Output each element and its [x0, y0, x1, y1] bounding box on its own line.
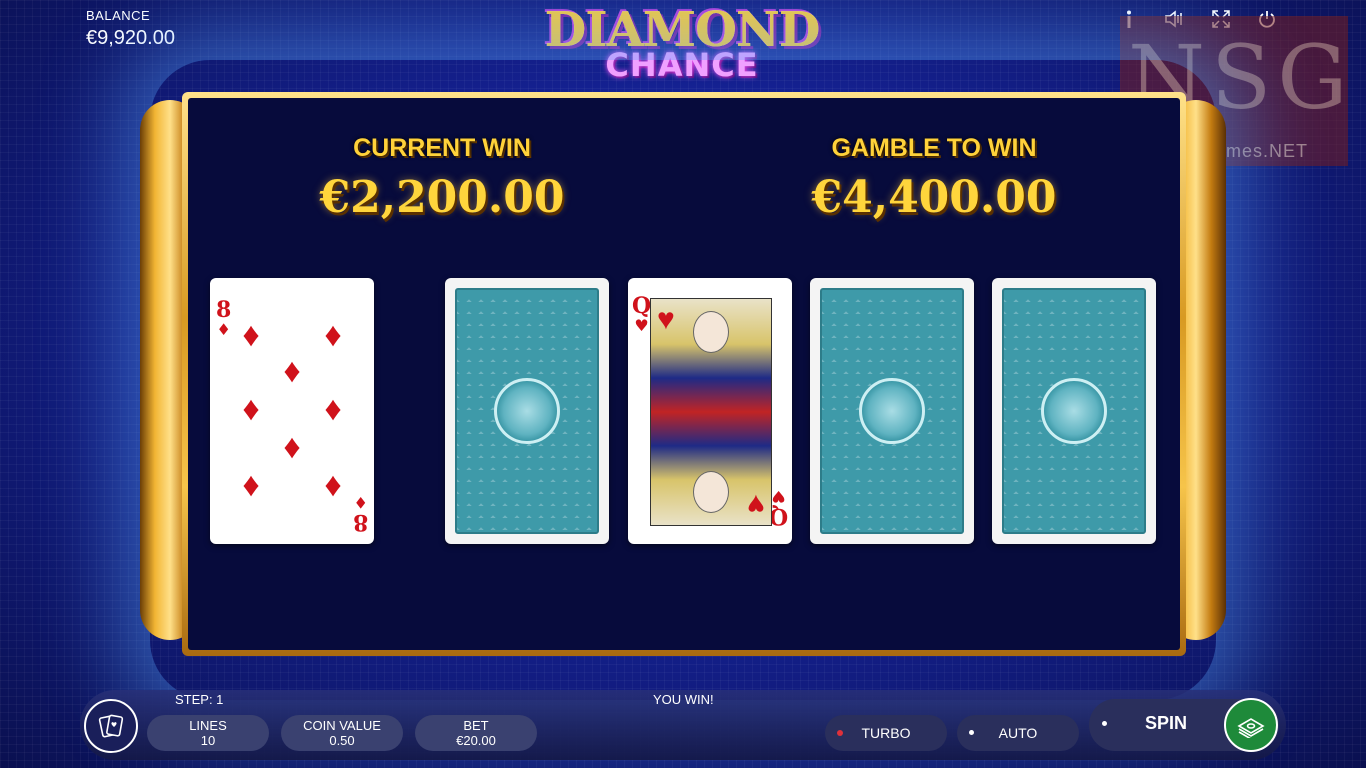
choice-card-2: Q ♥ Q ♥ ♥ ♥ [628, 278, 792, 544]
choice-card-1[interactable] [445, 278, 609, 544]
diamond-pip: ♦ [283, 428, 301, 466]
cards-icon [98, 714, 124, 738]
heart-pip: ♥ [747, 488, 765, 521]
turbo-button[interactable]: TURBO [825, 715, 947, 751]
queen-corner-top: Q ♥ [632, 293, 652, 336]
diamond-pip: ♦ [324, 390, 342, 428]
queen-rank: Q [632, 293, 652, 319]
card-back-emblem-icon [1041, 378, 1107, 444]
money-stack-icon [1237, 718, 1265, 738]
collect-button[interactable] [1224, 698, 1278, 752]
card-back-pattern [1002, 288, 1146, 534]
choice-card-3[interactable] [810, 278, 974, 544]
spin-label: SPIN [1145, 713, 1188, 733]
lines-display: LINES 10 [147, 715, 269, 751]
auto-label: AUTO [998, 725, 1038, 741]
card-back-pattern [455, 288, 599, 534]
gamble-to-win-value: €4,400.00 [811, 172, 1057, 223]
gamble-to-win-label: GAMBLE TO WIN [831, 134, 1037, 162]
step-indicator: STEP: 1 [175, 692, 224, 707]
queen-portrait: ♥ ♥ [650, 298, 772, 526]
queen-suit: ♥ [634, 316, 649, 335]
balance-display: BALANCE €9,920.00 [86, 8, 175, 50]
balance-label: BALANCE [86, 8, 151, 23]
bet-value: €20.00 [456, 733, 496, 748]
diamond-pip: ♦ [242, 390, 260, 428]
coin-value-value: 0.50 [329, 733, 355, 748]
current-win-value: €2,200.00 [319, 172, 565, 223]
diamond-pip: ♦ [324, 316, 342, 354]
choice-card-4[interactable] [992, 278, 1156, 544]
coin-value-selector[interactable]: COIN VALUE 0.50 [281, 715, 403, 751]
lines-value: 10 [200, 733, 216, 748]
dealer-card-rank-bottom: 8 [352, 509, 368, 535]
dealer-card: 8 ♦ 8 ♦ ♦ ♦ ♦ ♦ ♦ ♦ ♦ ♦ [210, 278, 374, 544]
spin-indicator [1102, 721, 1107, 726]
balance-value: €9,920.00 [86, 27, 175, 49]
dealer-card-corner-top: 8 ♦ [216, 297, 232, 340]
turbo-label: TURBO [861, 725, 911, 741]
current-win-label: CURRENT WIN [353, 134, 531, 162]
status-message: YOU WIN! [653, 692, 714, 707]
queen-face-bottom [693, 471, 729, 513]
diamond-pip: ♦ [242, 316, 260, 354]
dealer-card-corner-bottom: 8 ♦ [352, 492, 368, 535]
dealer-card-rank: 8 [216, 297, 232, 323]
paytable-button[interactable] [84, 699, 138, 753]
card-back-pattern [820, 288, 964, 534]
bet-selector[interactable]: BET €20.00 [415, 715, 537, 751]
card-back-emblem-icon [494, 378, 560, 444]
diamond-pip: ♦ [283, 352, 301, 390]
bet-label: BET [463, 718, 489, 733]
diamond-pip: ♦ [242, 466, 260, 504]
dealer-card-suit: ♦ [216, 320, 231, 339]
dealer-card-suit-bottom: ♦ [353, 493, 368, 512]
lines-label: LINES [189, 718, 227, 733]
diamond-pip: ♦ [324, 466, 342, 504]
heart-pip: ♥ [657, 303, 675, 336]
gamble-panel: CURRENT WIN €2,200.00 GAMBLE TO WIN €4,4… [188, 98, 1180, 650]
card-back-emblem-icon [859, 378, 925, 444]
auto-button[interactable]: AUTO [957, 715, 1079, 751]
queen-face-top [693, 311, 729, 353]
coin-value-label: COIN VALUE [303, 718, 381, 733]
gamble-frame: CURRENT WIN €2,200.00 GAMBLE TO WIN €4,4… [182, 92, 1186, 656]
